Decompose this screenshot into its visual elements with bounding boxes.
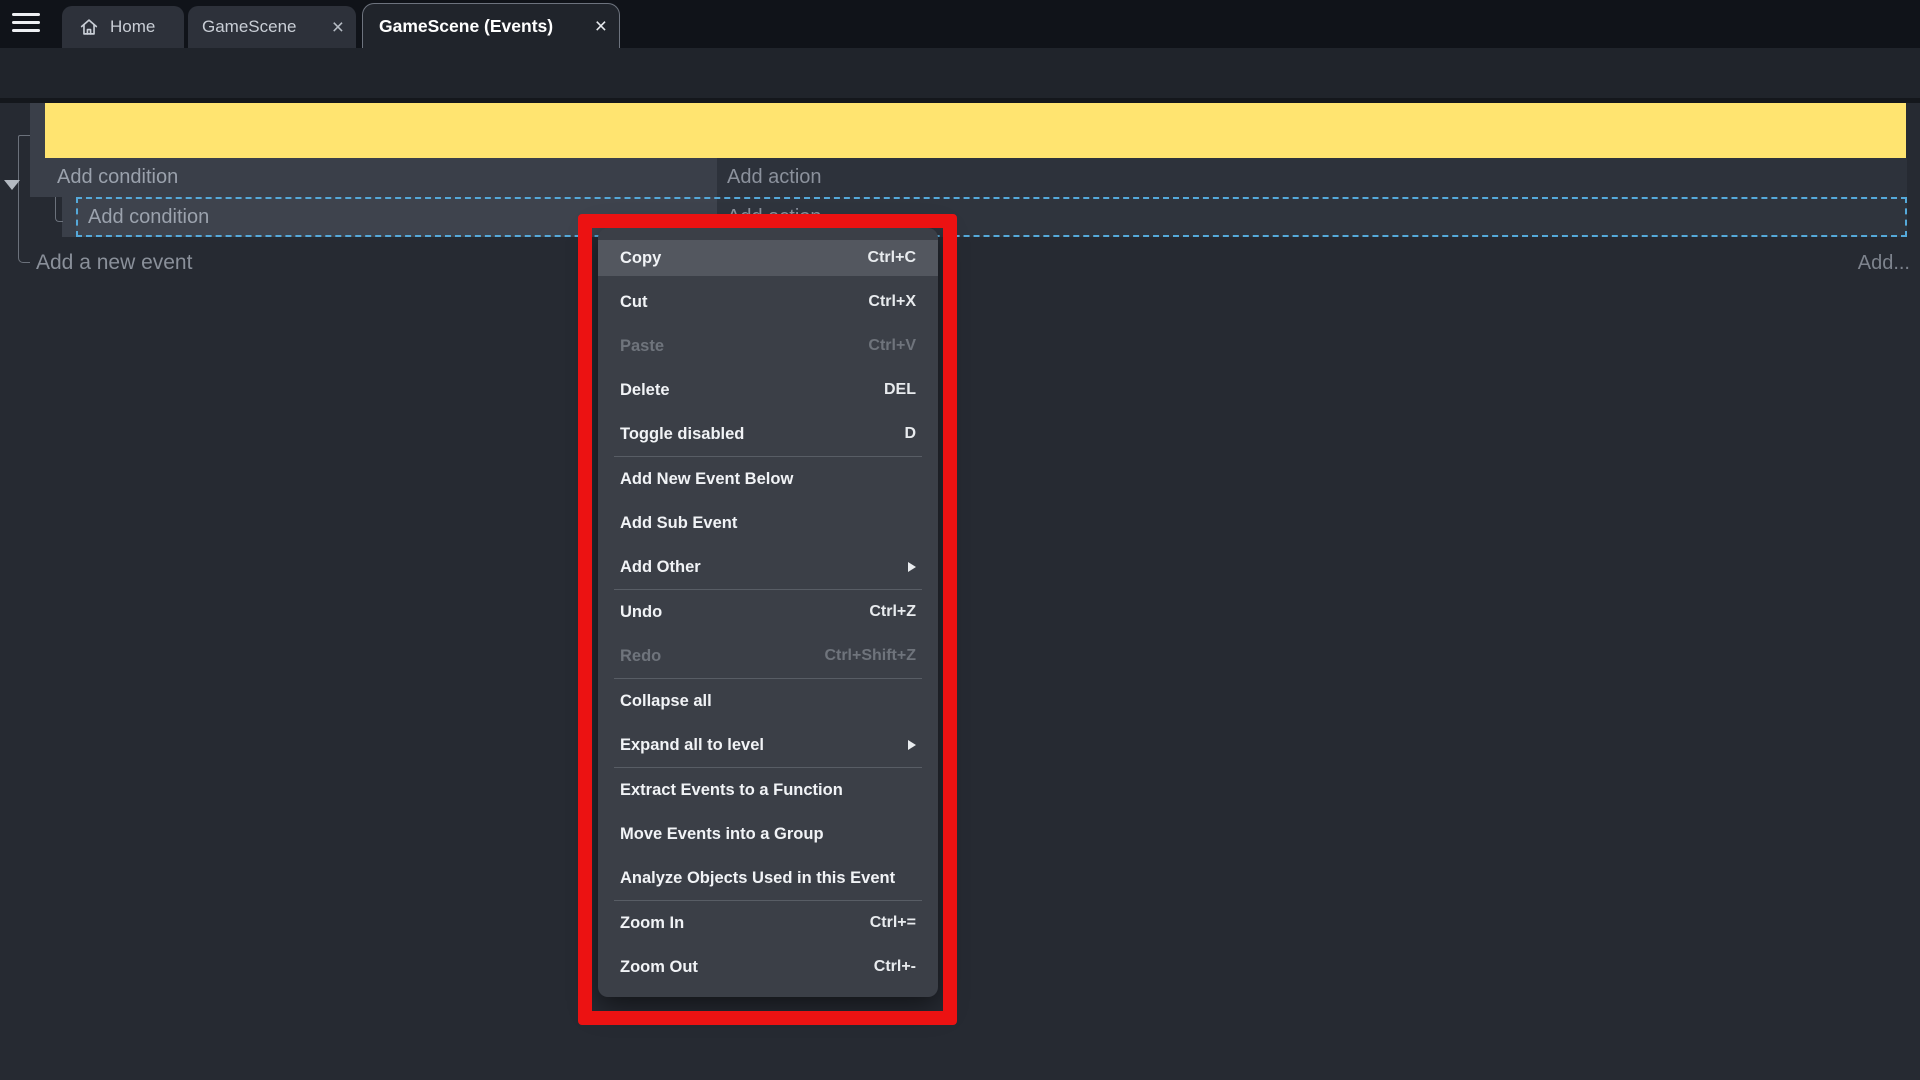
menu-item-zoom-out[interactable]: Zoom Out Ctrl+- [598,949,938,985]
sub-event-tree-line [55,197,63,222]
tab-label: Home [110,17,155,37]
menu-item-undo[interactable]: Undo Ctrl+Z [598,594,938,630]
close-icon[interactable]: × [332,17,344,38]
menu-item-move-events-into-group[interactable]: Move Events into a Group [598,816,938,852]
menu-item-expand-all-to-level[interactable]: Expand all to level [598,727,938,763]
menu-divider [614,456,922,457]
tab-bar: Home GameScene × GameScene (Events) × [0,0,1920,48]
menu-item-delete[interactable]: Delete DEL [598,372,938,408]
menu-item-add-other[interactable]: Add Other [598,549,938,585]
tab-home[interactable]: Home [62,6,184,48]
comment-event[interactable] [45,103,1906,158]
tab-gamescene[interactable]: GameScene × [188,6,356,48]
tab-label: GameScene (Events) [379,16,553,37]
events-sheet: Add condition Add action Add condition A… [0,98,1920,1080]
add-action-button[interactable]: Add action [717,158,1907,197]
menu-item-add-new-event-below[interactable]: Add New Event Below [598,461,938,497]
events-toolbar: Preview Publish [0,48,1920,98]
menu-item-redo[interactable]: Redo Ctrl+Shift+Z [598,638,938,674]
event-tree-line [18,135,30,263]
submenu-arrow-icon [908,562,916,572]
close-icon[interactable]: × [595,16,607,37]
menu-item-analyze-objects[interactable]: Analyze Objects Used in this Event [598,860,938,896]
add-condition-button[interactable]: Add condition [45,158,717,197]
collapse-event-arrow-icon[interactable] [4,180,20,190]
event-drag-handle[interactable] [30,103,45,197]
gdevelop-window: Home GameScene × GameScene (Events) × [0,0,1920,1080]
menu-item-zoom-in[interactable]: Zoom In Ctrl+= [598,905,938,941]
menu-item-paste[interactable]: Paste Ctrl+V [598,328,938,364]
menu-item-copy[interactable]: Copy Ctrl+C [598,240,938,276]
menu-item-toggle-disabled[interactable]: Toggle disabled D [598,416,938,452]
context-menu: Copy Ctrl+C Cut Ctrl+X Paste Ctrl+V Dele… [598,228,938,997]
hamburger-menu-icon[interactable] [12,13,40,35]
sub-event-drag-handle[interactable] [62,197,76,237]
menu-item-cut[interactable]: Cut Ctrl+X [598,284,938,320]
tab-label: GameScene [202,17,297,37]
menu-divider [614,900,922,901]
menu-item-collapse-all[interactable]: Collapse all [598,683,938,719]
menu-divider [614,589,922,590]
submenu-arrow-icon [908,740,916,750]
add-new-event-button[interactable]: Add a new event [36,251,192,275]
menu-item-add-sub-event[interactable]: Add Sub Event [598,505,938,541]
menu-divider [614,767,922,768]
tab-gamescene-events[interactable]: GameScene (Events) × [362,3,620,48]
add-more-button[interactable]: Add... [1858,252,1910,275]
menu-divider [614,678,922,679]
menu-item-extract-events-to-function[interactable]: Extract Events to a Function [598,772,938,808]
home-icon [78,16,100,38]
